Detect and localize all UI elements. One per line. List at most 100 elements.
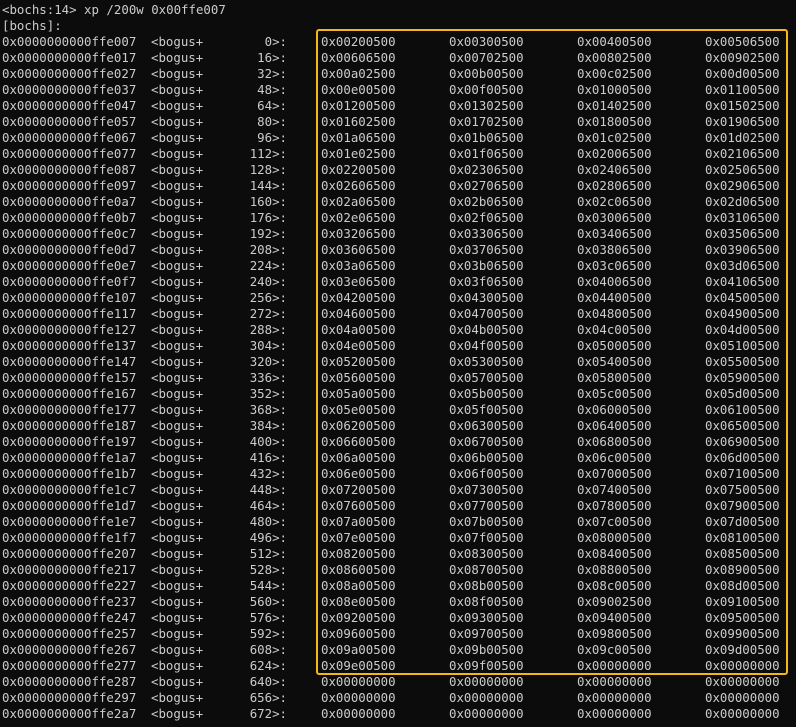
row-symbol: <bogus+ — [151, 498, 204, 513]
memory-row: 0x0000000000ffe0a7 <bogus+ 160>: 0x02a06500… — [0, 194, 796, 210]
word-value: 0x03806500 — [577, 242, 652, 257]
word-value: 0x00000000 — [321, 690, 396, 705]
row-address: 0x0000000000ffe097 — [2, 178, 137, 193]
word-value: 0x08200500 — [321, 546, 396, 561]
word-value: 0x06900500 — [705, 434, 780, 449]
row-offset: 160>: — [249, 194, 287, 209]
word-value: 0x07c00500 — [577, 514, 652, 529]
memory-row: 0x0000000000ffe167 <bogus+ 352>: 0x05a00500… — [0, 386, 796, 402]
word-value: 0x03a06500 — [321, 258, 396, 273]
memory-row: 0x0000000000ffe207 <bogus+ 512>: 0x08200500… — [0, 546, 796, 562]
memory-row: 0x0000000000ffe0d7 <bogus+ 208>: 0x03606500… — [0, 242, 796, 258]
memory-row: 0x0000000000ffe197 <bogus+ 400>: 0x06600500… — [0, 434, 796, 450]
word-value: 0x07100500 — [705, 466, 780, 481]
word-value: 0x03206500 — [321, 226, 396, 241]
memory-row: 0x0000000000ffe0c7 <bogus+ 192>: 0x03206500… — [0, 226, 796, 242]
row-offset: 192>: — [249, 226, 287, 241]
word-value: 0x09700500 — [449, 626, 524, 641]
word-value: 0x07500500 — [705, 482, 780, 497]
word-value: 0x01602500 — [321, 114, 396, 129]
word-value: 0x04200500 — [321, 290, 396, 305]
row-symbol: <bogus+ — [151, 594, 204, 609]
row-symbol: <bogus+ — [151, 274, 204, 289]
memory-row: 0x0000000000ffe027 <bogus+ 32>: 0x00a02500 0… — [0, 66, 796, 82]
memory-row: 0x0000000000ffe057 <bogus+ 80>: 0x01602500 0… — [0, 114, 796, 130]
word-value: 0x08000500 — [577, 530, 652, 545]
word-value: 0x00e00500 — [321, 82, 396, 97]
row-address: 0x0000000000ffe277 — [2, 658, 137, 673]
row-offset: 496>: — [249, 530, 287, 545]
word-value: 0x02106500 — [705, 146, 780, 161]
word-value: 0x09600500 — [321, 626, 396, 641]
row-address: 0x0000000000ffe267 — [2, 642, 137, 657]
row-offset: 608>: — [249, 642, 287, 657]
row-symbol: <bogus+ — [151, 546, 204, 561]
row-offset: 336>: — [249, 370, 287, 385]
row-symbol: <bogus+ — [151, 98, 204, 113]
row-address: 0x0000000000ffe057 — [2, 114, 137, 129]
row-address: 0x0000000000ffe067 — [2, 130, 137, 145]
word-value: 0x09e00500 — [321, 658, 396, 673]
row-offset: 16>: — [257, 50, 287, 65]
word-value: 0x00400500 — [577, 34, 652, 49]
row-symbol: <bogus+ — [151, 402, 204, 417]
memory-row: 0x0000000000ffe177 <bogus+ 368>: 0x05e00500… — [0, 402, 796, 418]
row-address: 0x0000000000ffe0b7 — [2, 210, 137, 225]
word-value: 0x00000000 — [577, 706, 652, 721]
word-value: 0x00000000 — [577, 690, 652, 705]
row-address: 0x0000000000ffe0e7 — [2, 258, 137, 273]
memory-row: 0x0000000000ffe1f7 <bogus+ 496>: 0x07e00500… — [0, 530, 796, 546]
word-value: 0x00f00500 — [449, 82, 524, 97]
row-offset: 656>: — [249, 690, 287, 705]
row-address: 0x0000000000ffe177 — [2, 402, 137, 417]
row-address: 0x0000000000ffe137 — [2, 338, 137, 353]
row-offset: 48>: — [257, 82, 287, 97]
word-value: 0x04e00500 — [321, 338, 396, 353]
word-value: 0x08900500 — [705, 562, 780, 577]
word-value: 0x04106500 — [705, 274, 780, 289]
word-value: 0x04800500 — [577, 306, 652, 321]
word-value: 0x02d06500 — [705, 194, 780, 209]
row-offset: 256>: — [249, 290, 287, 305]
row-symbol: <bogus+ — [151, 706, 204, 721]
word-value: 0x01502500 — [705, 98, 780, 113]
row-address: 0x0000000000ffe227 — [2, 578, 137, 593]
row-offset: 400>: — [249, 434, 287, 449]
row-address: 0x0000000000ffe157 — [2, 370, 137, 385]
row-address: 0x0000000000ffe217 — [2, 562, 137, 577]
word-value: 0x09d00500 — [705, 642, 780, 657]
word-value: 0x06200500 — [321, 418, 396, 433]
word-value: 0x00000000 — [705, 690, 780, 705]
word-value: 0x00000000 — [449, 674, 524, 689]
word-value: 0x02c06500 — [577, 194, 652, 209]
word-value: 0x05f00500 — [449, 402, 524, 417]
row-symbol: <bogus+ — [151, 610, 204, 625]
word-value: 0x09500500 — [705, 610, 780, 625]
row-offset: 576>: — [249, 610, 287, 625]
memory-row: 0x0000000000ffe257 <bogus+ 592>: 0x09600500… — [0, 626, 796, 642]
terminal-window[interactable]: <bochs:14> xp /200w 0x00ffe007 [bochs]: … — [0, 0, 796, 727]
word-value: 0x06a00500 — [321, 450, 396, 465]
word-value: 0x08600500 — [321, 562, 396, 577]
row-address: 0x0000000000ffe047 — [2, 98, 137, 113]
row-address: 0x0000000000ffe027 — [2, 66, 137, 81]
row-symbol: <bogus+ — [151, 34, 204, 49]
word-value: 0x06000500 — [577, 402, 652, 417]
word-value: 0x07000500 — [577, 466, 652, 481]
word-value: 0x05c00500 — [577, 386, 652, 401]
word-value: 0x00200500 — [321, 34, 396, 49]
memory-row: 0x0000000000ffe217 <bogus+ 528>: 0x08600500… — [0, 562, 796, 578]
row-address: 0x0000000000ffe117 — [2, 306, 137, 321]
word-value: 0x09f00500 — [449, 658, 524, 673]
row-address: 0x0000000000ffe007 — [2, 34, 137, 49]
word-value: 0x04500500 — [705, 290, 780, 305]
memory-row: 0x0000000000ffe1d7 <bogus+ 464>: 0x07600500… — [0, 498, 796, 514]
row-symbol: <bogus+ — [151, 130, 204, 145]
word-value: 0x05300500 — [449, 354, 524, 369]
word-value: 0x01906500 — [705, 114, 780, 129]
row-address: 0x0000000000ffe077 — [2, 146, 137, 161]
row-offset: 528>: — [249, 562, 287, 577]
word-value: 0x01800500 — [577, 114, 652, 129]
row-symbol: <bogus+ — [151, 114, 204, 129]
row-symbol: <bogus+ — [151, 242, 204, 257]
